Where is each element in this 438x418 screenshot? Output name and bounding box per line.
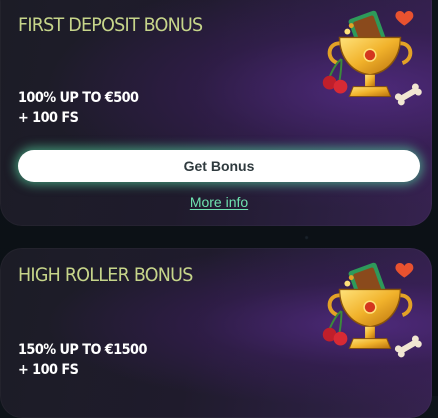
golden-trophy-icon — [322, 262, 422, 358]
bonus-offer-free-spins: + 100 FS — [18, 110, 79, 126]
bonus-title: HIGH ROLLER BONUS — [18, 264, 193, 286]
bonus-title: FIRST DEPOSIT BONUS — [18, 14, 203, 36]
bonus-offer: 100% UP TO €500 + 100 FS — [18, 88, 139, 128]
golden-trophy-icon — [322, 10, 422, 106]
bonus-offer: 150% UP TO €1500 + 100 FS — [18, 340, 147, 380]
bonus-offer-free-spins: + 100 FS — [18, 362, 79, 378]
high-roller-bonus-card: HIGH ROLLER BONUS 150% UP TO €1500 + 100… — [0, 248, 432, 418]
first-deposit-bonus-card: FIRST DEPOSIT BONUS 100% UP TO €500 + 10… — [0, 0, 432, 226]
more-info-link[interactable]: More info — [0, 194, 432, 210]
get-bonus-button[interactable]: Get Bonus — [18, 150, 420, 182]
bonus-offer-amount: 150% UP TO €1500 — [18, 342, 147, 358]
bonus-offer-amount: 100% UP TO €500 — [18, 90, 139, 106]
